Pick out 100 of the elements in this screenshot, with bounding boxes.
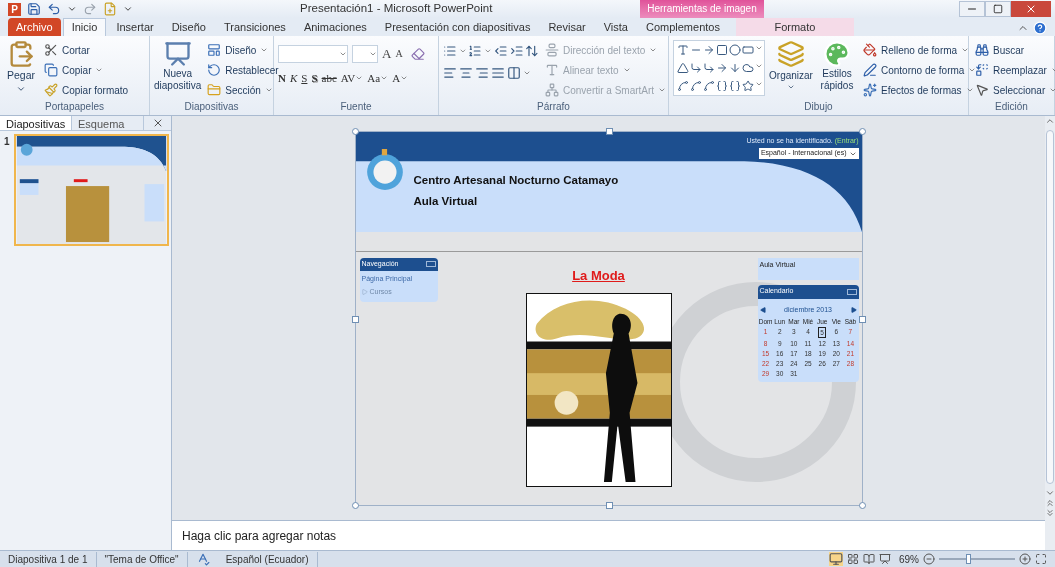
zoom-level[interactable]: 69% xyxy=(899,551,919,567)
font-size-field[interactable] xyxy=(352,44,378,63)
justify-icon[interactable] xyxy=(491,66,505,80)
format-button[interactable]: A xyxy=(392,69,409,86)
ribbon-tab[interactable]: Animaciones xyxy=(295,18,375,36)
new-slide-button[interactable]: Nueva diapositiva xyxy=(154,40,202,92)
shape-icon[interactable] xyxy=(703,80,715,92)
customize-icon[interactable] xyxy=(123,4,133,14)
zoom-out-icon[interactable] xyxy=(923,553,935,565)
ribbon-tab[interactable]: Vista xyxy=(595,18,636,36)
resize-handle[interactable] xyxy=(858,501,866,509)
shape-icon[interactable] xyxy=(742,62,754,74)
block-controls-icon[interactable] xyxy=(846,288,857,295)
font-size-button[interactable]: A xyxy=(395,46,403,62)
ribbon-tab[interactable]: Inicio xyxy=(62,18,107,36)
shape-icon[interactable] xyxy=(729,80,741,92)
line-spacing-icon[interactable] xyxy=(525,44,539,58)
ribbon-tab[interactable]: Archivo xyxy=(8,18,61,36)
theme-name[interactable]: "Tema de Office" xyxy=(96,551,188,567)
restore-button[interactable] xyxy=(985,1,1011,17)
app-icon[interactable]: P xyxy=(8,2,21,16)
shape-icon[interactable] xyxy=(677,44,689,56)
format-button[interactable]: Aa xyxy=(367,69,389,86)
next-slide-icon[interactable] xyxy=(1045,508,1055,518)
panel-tab[interactable]: Esquema xyxy=(72,116,144,130)
decrease-indent-icon[interactable] xyxy=(493,44,508,58)
scroll-down-icon[interactable] xyxy=(1045,488,1055,498)
ribbon-tab[interactable]: Presentación con diapositivas xyxy=(376,18,539,36)
shape-icon[interactable] xyxy=(729,44,741,56)
shape-icon[interactable] xyxy=(690,80,702,92)
increase-indent-icon[interactable] xyxy=(509,44,524,58)
previous-slide-icon[interactable] xyxy=(1045,498,1055,508)
clipboard-button[interactable]: Copiar xyxy=(42,60,131,80)
ribbon-tab[interactable]: Revisar xyxy=(540,18,594,36)
resize-handle[interactable] xyxy=(351,501,359,509)
scrollbar-thumb[interactable] xyxy=(1046,130,1054,484)
undo-icon[interactable] xyxy=(47,2,61,16)
bullets-icon[interactable] xyxy=(443,44,457,58)
slide-thumbnail[interactable] xyxy=(13,134,169,246)
slides-button[interactable]: Diseño xyxy=(205,40,281,60)
minimize-button[interactable] xyxy=(959,1,985,17)
reading-view-icon[interactable] xyxy=(863,553,875,565)
align-left-icon[interactable] xyxy=(443,66,457,80)
gallery-scroll-icon[interactable] xyxy=(755,62,763,70)
paste-button[interactable]: Pegar xyxy=(4,40,38,94)
quick-styles-button[interactable]: Estilos rápidos xyxy=(817,40,857,92)
shape-icon[interactable] xyxy=(716,44,728,56)
columns-icon[interactable] xyxy=(507,66,521,80)
align-center-icon[interactable] xyxy=(459,66,473,80)
clipboard-button[interactable]: Copiar formato xyxy=(42,80,131,100)
shape-icon[interactable] xyxy=(677,62,689,74)
resize-handle[interactable] xyxy=(858,127,866,135)
resize-handle[interactable] xyxy=(858,315,866,323)
sorter-view-icon[interactable] xyxy=(847,553,859,565)
ribbon-tab[interactable]: Diseño xyxy=(163,18,214,36)
shape-format-button[interactable]: Relleno de forma xyxy=(861,40,979,60)
new-slide-icon[interactable] xyxy=(103,2,117,16)
arrange-button[interactable]: Organizar xyxy=(769,40,813,91)
gallery-scroll-icon[interactable] xyxy=(755,80,763,88)
panel-tab[interactable]: Diapositivas xyxy=(0,116,72,130)
font-name-field[interactable] xyxy=(278,44,348,63)
format-button[interactable]: abc xyxy=(321,69,337,86)
format-button[interactable]: AV xyxy=(340,69,364,86)
resize-handle[interactable] xyxy=(351,127,359,135)
clear-format-icon[interactable] xyxy=(410,46,425,61)
redo-icon[interactable] xyxy=(83,2,97,16)
format-button[interactable]: K xyxy=(289,69,298,86)
gallery-scroll-icon[interactable] xyxy=(755,44,763,52)
save-icon[interactable] xyxy=(27,2,41,16)
shape-icon[interactable] xyxy=(729,62,741,74)
shape-icon[interactable] xyxy=(690,62,702,74)
caret-icon[interactable] xyxy=(523,69,531,77)
zoom-slider-thumb[interactable] xyxy=(965,554,971,564)
ribbon-tab[interactable]: Formato xyxy=(735,18,854,36)
format-button[interactable]: N xyxy=(278,69,286,86)
normal-view-icon[interactable] xyxy=(829,552,843,566)
caret-icon[interactable] xyxy=(458,47,467,55)
resize-handle[interactable] xyxy=(351,315,359,323)
shape-icon[interactable] xyxy=(716,80,728,92)
font-size-button[interactable]: A xyxy=(382,44,392,64)
shape-gallery[interactable] xyxy=(673,40,765,96)
align-right-icon[interactable] xyxy=(475,66,489,80)
shape-icon[interactable] xyxy=(742,80,754,92)
caret-icon[interactable] xyxy=(67,4,77,14)
clipboard-button[interactable]: Cortar xyxy=(42,40,131,60)
format-button[interactable]: S xyxy=(301,69,308,86)
notes-field[interactable]: Haga clic para agregar notas xyxy=(172,520,1045,550)
help-icon[interactable] xyxy=(1033,21,1047,35)
shape-format-button[interactable]: Contorno de forma xyxy=(861,60,979,80)
caret-icon[interactable] xyxy=(484,47,492,55)
ribbon-tab[interactable]: Transiciones xyxy=(215,18,294,36)
format-button[interactable]: S xyxy=(311,69,318,86)
previous-icon[interactable] xyxy=(759,306,766,313)
ribbon-tab[interactable]: Complementos xyxy=(637,18,728,36)
block-controls-icon[interactable] xyxy=(425,261,436,267)
scroll-up-icon[interactable] xyxy=(1045,116,1055,126)
zoom-in-icon[interactable] xyxy=(1019,553,1031,565)
shape-icon[interactable] xyxy=(677,80,689,92)
ribbon-tab[interactable]: Insertar xyxy=(108,18,162,36)
numbering-icon[interactable] xyxy=(468,44,483,58)
